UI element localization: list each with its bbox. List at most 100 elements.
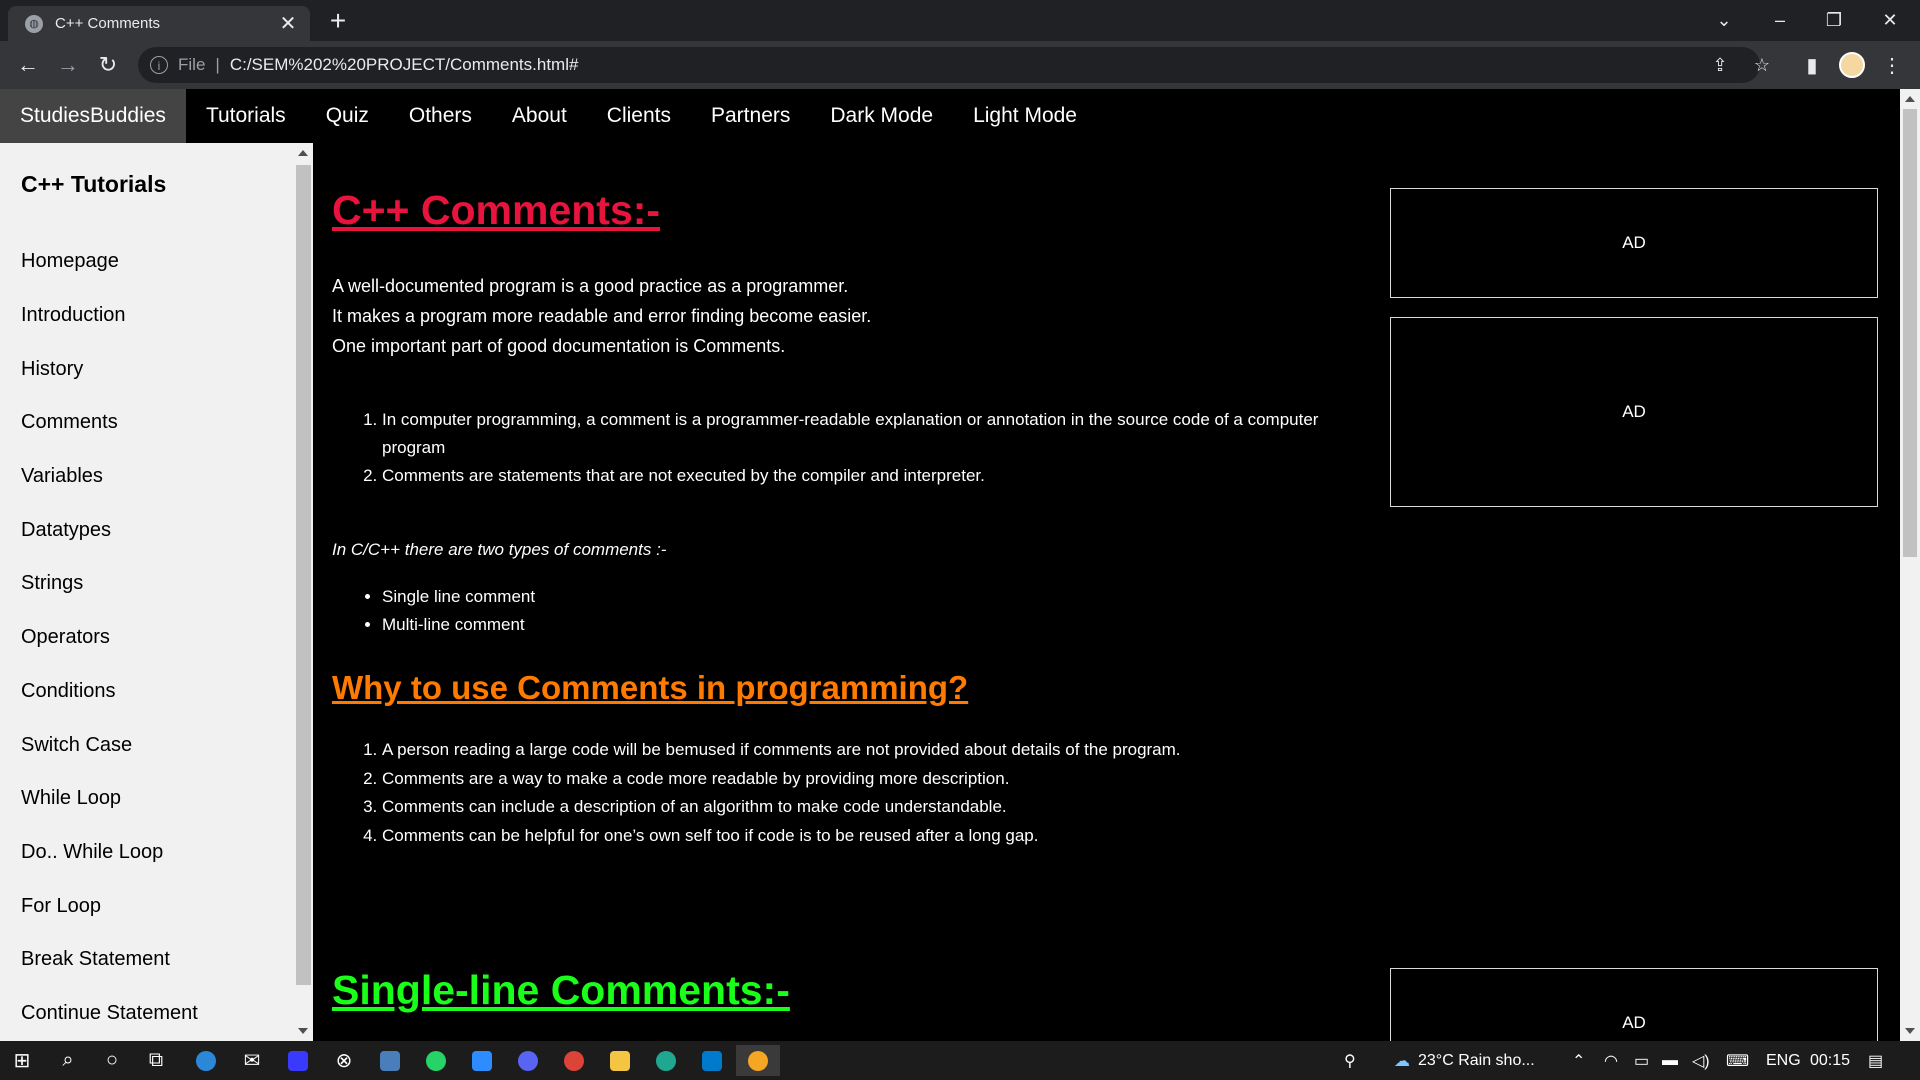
chrome-active-icon[interactable] xyxy=(736,1045,780,1076)
intro-line: A well-documented program is a good prac… xyxy=(332,276,849,296)
file-explorer-icon[interactable] xyxy=(600,1045,640,1076)
tray-chevron-icon[interactable]: ⌃ xyxy=(1572,1041,1585,1080)
menu-kebab-icon[interactable]: ⋮ xyxy=(1876,49,1908,81)
sidebar-item-break-statement[interactable]: Break Statement xyxy=(0,933,294,987)
browser-toolbar: ← → ↻ i File | C:/SEM%202%20PROJECT/Comm… xyxy=(0,41,1920,89)
sidebar-item-operators[interactable]: Operators xyxy=(0,611,294,665)
why-list: A person reading a large code will be be… xyxy=(332,736,1181,850)
reload-icon[interactable]: ↻ xyxy=(92,49,124,81)
minimize-button[interactable]: – xyxy=(1752,0,1808,41)
list-item: In computer programming, a comment is a … xyxy=(382,406,1342,462)
windows-start-icon[interactable]: ⊞ xyxy=(2,1045,42,1076)
sidebar-scrollbar[interactable] xyxy=(294,143,313,1041)
notifications-icon[interactable]: ▤ xyxy=(1868,1041,1883,1080)
sidebar-item-for-loop[interactable]: For Loop xyxy=(0,879,294,933)
language-indicator[interactable]: ENG xyxy=(1766,1041,1801,1080)
task-view-icon[interactable]: ⧉ xyxy=(136,1045,176,1076)
tab-search-icon[interactable]: ⌄ xyxy=(1696,0,1752,41)
list-item: Comments can include a description of an… xyxy=(382,793,1181,822)
sidebar-heading: C++ Tutorials xyxy=(21,171,167,197)
nav-others[interactable]: Others xyxy=(389,89,492,143)
brand-link[interactable]: StudiesBuddies xyxy=(0,89,186,143)
weather-text: 23°C Rain sho... xyxy=(1418,1051,1535,1069)
volume-icon[interactable]: ◁) xyxy=(1692,1041,1710,1080)
page-title: C++ Comments:- xyxy=(332,187,661,233)
windows-taskbar: ⊞ ⌕ ○ ⧉ ✉ ⊗ ⚲ ☁ 23°C Rain sho... ⌃ ◠ ▭ ▬… xyxy=(0,1041,1920,1080)
scroll-up-arrow-icon[interactable] xyxy=(1905,96,1915,102)
new-tab-button[interactable]: + xyxy=(324,7,352,35)
ad-box[interactable]: AD xyxy=(1390,188,1878,298)
profile-avatar[interactable] xyxy=(1836,49,1868,81)
tab-title: C++ Comments xyxy=(55,15,161,32)
sidebar-item-datatypes[interactable]: Datatypes xyxy=(0,503,294,557)
weather-widget[interactable]: ☁ 23°C Rain sho... xyxy=(1394,1041,1535,1080)
browser-tab-strip: ◍ C++ Comments ✕ + ⌄ – ❐ ✕ xyxy=(0,0,1920,41)
nav-quiz[interactable]: Quiz xyxy=(306,89,389,143)
app-icon[interactable] xyxy=(186,1045,226,1076)
list-item: Multi-line comment xyxy=(382,611,535,639)
url-scheme-label: File xyxy=(178,55,206,74)
side-panel-icon[interactable]: ▮ xyxy=(1796,49,1828,81)
battery-icon[interactable]: ▬ xyxy=(1662,1041,1678,1080)
discord-icon[interactable] xyxy=(508,1045,548,1076)
main-content: C++ Comments:- A well-documented program… xyxy=(332,143,1342,1041)
restore-button[interactable]: ❐ xyxy=(1806,0,1862,41)
sidebar-item-introduction[interactable]: Introduction xyxy=(0,289,294,343)
nav-dark-mode[interactable]: Dark Mode xyxy=(810,89,953,143)
weather-icon: ☁ xyxy=(1394,1052,1410,1070)
forward-icon[interactable]: → xyxy=(52,49,84,81)
address-bar[interactable]: i File | C:/SEM%202%20PROJECT/Comments.h… xyxy=(138,47,1770,83)
scroll-up-arrow-icon[interactable] xyxy=(298,150,308,156)
app-icon[interactable] xyxy=(370,1045,410,1076)
xbox-icon[interactable]: ⊗ xyxy=(324,1045,364,1076)
ad-box[interactable]: AD xyxy=(1390,317,1878,507)
nav-clients[interactable]: Clients xyxy=(587,89,691,143)
edge-icon[interactable] xyxy=(646,1045,686,1076)
sidebar-item-while-loop[interactable]: While Loop xyxy=(0,772,294,826)
sidebar-item-comments[interactable]: Comments xyxy=(0,396,294,450)
whatsapp-icon[interactable] xyxy=(416,1045,456,1076)
search-icon[interactable]: ⌕ xyxy=(48,1045,88,1076)
site-navbar: StudiesBuddies Tutorials Quiz Others Abo… xyxy=(0,89,1900,143)
site-info-icon[interactable]: i xyxy=(150,56,168,74)
window-close-button[interactable]: ✕ xyxy=(1862,0,1918,41)
page-scroll-thumb[interactable] xyxy=(1903,109,1917,557)
sidebar-item-do-while-loop[interactable]: Do.. While Loop xyxy=(0,826,294,880)
zoom-icon[interactable] xyxy=(462,1045,502,1076)
sidebar-item-switch-case[interactable]: Switch Case xyxy=(0,718,294,772)
cortana-icon[interactable]: ○ xyxy=(92,1045,132,1076)
nav-partners[interactable]: Partners xyxy=(691,89,810,143)
sidebar-item-homepage[interactable]: Homepage xyxy=(0,235,294,289)
sidebar-item-strings[interactable]: Strings xyxy=(0,557,294,611)
list-item: Single line comment xyxy=(382,583,535,611)
browser-tab[interactable]: ◍ C++ Comments ✕ xyxy=(8,6,310,41)
clock[interactable]: 00:15 xyxy=(1810,1041,1850,1080)
device-icon[interactable]: ▭ xyxy=(1634,1041,1649,1080)
mail-icon[interactable]: ✉ xyxy=(232,1045,272,1076)
scroll-down-arrow-icon[interactable] xyxy=(298,1028,308,1034)
sidebar-menu: Homepage Introduction History Comments V… xyxy=(0,235,294,1040)
url-text[interactable]: C:/SEM%202%20PROJECT/Comments.html# xyxy=(230,55,579,75)
app-icon[interactable] xyxy=(278,1045,318,1076)
sidebar-item-history[interactable]: History xyxy=(0,342,294,396)
keyboard-icon[interactable]: ⌨ xyxy=(1726,1041,1749,1080)
sidebar-item-variables[interactable]: Variables xyxy=(0,450,294,504)
nav-tutorials[interactable]: Tutorials xyxy=(186,89,306,143)
share-icon[interactable]: ⇪ xyxy=(1710,55,1730,75)
sidebar-item-conditions[interactable]: Conditions xyxy=(0,665,294,719)
close-tab-icon[interactable]: ✕ xyxy=(278,14,298,34)
sidebar-scroll-thumb[interactable] xyxy=(296,165,311,985)
wifi-icon[interactable]: ◠ xyxy=(1604,1041,1618,1080)
chrome-icon[interactable] xyxy=(554,1045,594,1076)
page-scrollbar[interactable] xyxy=(1900,89,1920,1041)
definition-list: In computer programming, a comment is a … xyxy=(332,406,1342,490)
nav-about[interactable]: About xyxy=(492,89,587,143)
vscode-icon[interactable] xyxy=(692,1045,732,1076)
people-icon[interactable]: ⚲ xyxy=(1344,1041,1356,1080)
tutorial-sidebar: C++ Tutorials Homepage Introduction Hist… xyxy=(0,143,294,1041)
bookmark-star-icon[interactable]: ☆ xyxy=(1752,55,1772,75)
sidebar-item-continue-statement[interactable]: Continue Statement xyxy=(0,987,294,1041)
nav-light-mode[interactable]: Light Mode xyxy=(953,89,1097,143)
back-icon[interactable]: ← xyxy=(12,49,44,81)
scroll-down-arrow-icon[interactable] xyxy=(1905,1028,1915,1034)
